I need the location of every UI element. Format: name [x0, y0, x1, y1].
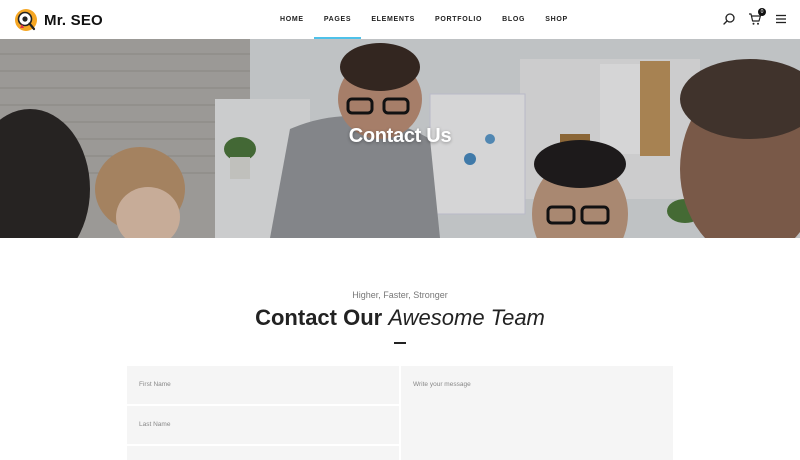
section-subtitle: Higher, Faster, Stronger [352, 290, 448, 300]
message-field[interactable]: Write your message [401, 366, 673, 460]
message-placeholder: Write your message [413, 381, 471, 388]
nav-item-elements[interactable]: ELEMENTS [361, 0, 425, 39]
nav-item-pages[interactable]: PAGES [313, 0, 362, 39]
nav-item-portfolio[interactable]: PORTFOLIO [425, 0, 492, 39]
section-title: Contact Our Awesome Team [0, 305, 800, 331]
cart-count-badge: 0 [758, 8, 766, 16]
title-divider [394, 342, 406, 344]
first-name-placeholder: First Name [139, 381, 171, 388]
hero-banner: Contact Us [0, 39, 800, 238]
nav-item-blog[interactable]: BLOG [492, 0, 535, 39]
section-title-bold: Contact Our [255, 305, 383, 330]
contact-form: First Name Last Name Write your message [127, 366, 673, 460]
site-header: Mr. SEO HOME PAGES ELEMENTS PORTFOLIO BL… [0, 0, 800, 39]
menu-icon[interactable] [774, 12, 788, 26]
section-title-italic: Awesome Team [388, 305, 545, 330]
cart-icon[interactable]: 0 [748, 8, 766, 26]
first-name-field[interactable]: First Name [127, 366, 399, 404]
header-icons: 0 [722, 8, 788, 26]
nav-item-shop[interactable]: SHOP [535, 0, 578, 39]
logo-text: Mr. SEO [44, 11, 103, 29]
email-field[interactable] [127, 446, 399, 460]
nav-item-home[interactable]: HOME [270, 0, 314, 39]
logo-icon [14, 8, 38, 32]
logo[interactable]: Mr. SEO [14, 7, 103, 33]
last-name-placeholder: Last Name [139, 421, 171, 428]
search-icon[interactable] [722, 12, 736, 26]
last-name-field[interactable]: Last Name [127, 406, 399, 444]
main-nav: HOME PAGES ELEMENTS PORTFOLIO BLOG SHOP [270, 0, 578, 39]
hero-title: Contact Us [348, 125, 452, 147]
